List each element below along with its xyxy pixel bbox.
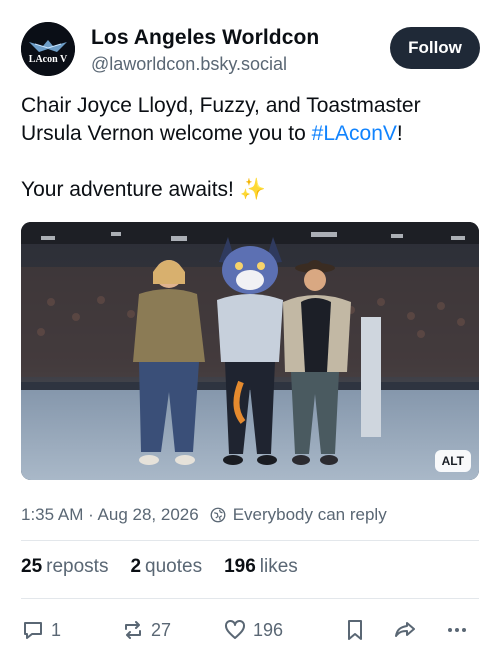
reply-setting: Everybody can reply bbox=[232, 505, 387, 524]
quotes-label: quotes bbox=[145, 556, 203, 577]
alt-text-badge[interactable]: ALT bbox=[434, 450, 471, 472]
more-options-button[interactable] bbox=[445, 615, 469, 645]
post-meta: 1:35 AM · Aug 28, 2026 Everybody can rep… bbox=[21, 503, 387, 527]
divider bbox=[21, 540, 479, 541]
globe-icon bbox=[210, 507, 226, 523]
heart-icon bbox=[225, 619, 245, 639]
reply-button[interactable]: 1 bbox=[21, 615, 61, 645]
lacon-logo: LAcon V bbox=[21, 22, 75, 76]
bookmark-button[interactable] bbox=[343, 615, 367, 645]
action-bar: 1 27 196 bbox=[21, 615, 479, 645]
reposts-label: reposts bbox=[46, 556, 109, 577]
quotes-stat[interactable]: 2 quotes bbox=[130, 556, 202, 578]
post-header: LAcon V Los Angeles Worldcon @laworldcon… bbox=[21, 20, 481, 80]
likes-count: 196 bbox=[224, 556, 256, 577]
more-icon bbox=[448, 628, 466, 632]
reply-icon bbox=[24, 622, 42, 639]
hashtag-link[interactable]: #LAconV bbox=[312, 122, 397, 145]
engagement-counts: 25 reposts 2 quotes 196 likes bbox=[21, 556, 298, 578]
likes-label: likes bbox=[259, 556, 298, 577]
follow-button[interactable]: Follow bbox=[390, 27, 480, 69]
repost-count: 27 bbox=[151, 619, 172, 640]
handle[interactable]: @laworldcon.bsky.social bbox=[91, 54, 287, 75]
timestamp[interactable]: 1:35 AM · Aug 28, 2026 bbox=[21, 505, 199, 525]
reposts-count: 25 bbox=[21, 556, 43, 577]
post-text-part: ! bbox=[396, 122, 403, 145]
share-button[interactable] bbox=[393, 615, 417, 645]
stage-photo bbox=[21, 222, 479, 480]
reposts-stat[interactable]: 25 reposts bbox=[21, 556, 108, 578]
avatar[interactable]: LAcon V bbox=[21, 22, 75, 76]
post-image[interactable]: ALT bbox=[21, 222, 479, 480]
bookmark-icon bbox=[348, 620, 362, 640]
repost-icon bbox=[125, 621, 141, 639]
like-count: 196 bbox=[253, 619, 284, 640]
svg-text:LAcon V: LAcon V bbox=[29, 54, 68, 65]
reply-count: 1 bbox=[51, 619, 62, 640]
post-text: Chair Joyce Lloyd, Fuzzy, and Toastmaste… bbox=[21, 92, 481, 204]
divider bbox=[21, 598, 479, 599]
like-button[interactable]: 196 bbox=[223, 615, 283, 645]
display-name[interactable]: Los Angeles Worldcon bbox=[91, 26, 319, 50]
post-line-1: Chair Joyce Lloyd, Fuzzy, and Toastmaste… bbox=[21, 92, 481, 148]
quotes-count: 2 bbox=[130, 556, 142, 577]
post-line-2: Your adventure awaits! ✨ bbox=[21, 178, 266, 201]
likes-stat[interactable]: 196 likes bbox=[224, 556, 298, 578]
share-icon bbox=[395, 622, 415, 637]
repost-button[interactable]: 27 bbox=[121, 615, 171, 645]
